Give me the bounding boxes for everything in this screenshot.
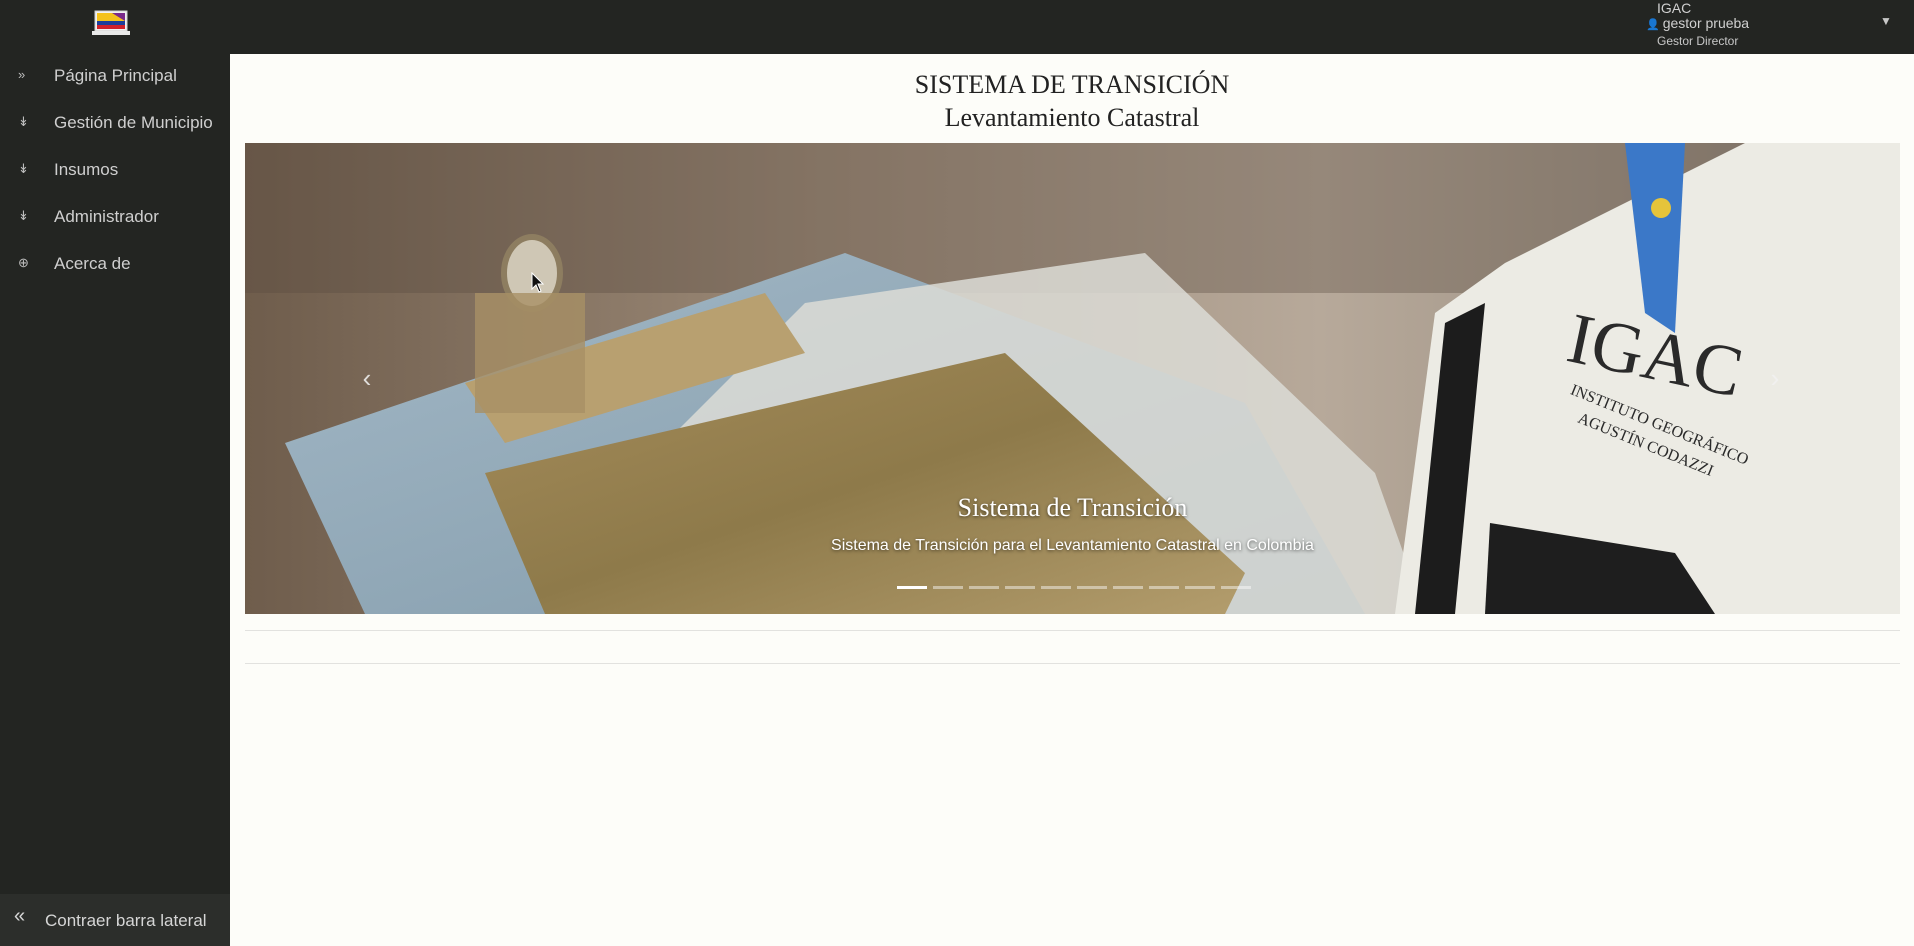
divider	[245, 630, 1900, 631]
user-name: 👤 gestor prueba	[1646, 15, 1749, 31]
sidebar-item-label: Gestión de Municipio	[54, 113, 213, 132]
carousel-indicator[interactable]	[1149, 586, 1179, 589]
divider	[245, 663, 1900, 664]
sidebar-item-gestion-municipio[interactable]: ↡ Gestión de Municipio	[0, 101, 230, 148]
collapse-sidebar-label: Contraer barra lateral	[45, 911, 207, 930]
app-logo[interactable]	[92, 10, 130, 36]
sidebar-item-pagina-principal[interactable]: » Página Principal	[0, 54, 230, 101]
double-chevron-down-icon: ↡	[18, 161, 29, 176]
carousel-indicator[interactable]	[897, 586, 927, 589]
carousel-indicator[interactable]	[1185, 586, 1215, 589]
carousel-next-button[interactable]: ›	[1755, 363, 1795, 393]
double-chevron-left-icon: «	[14, 905, 26, 927]
sidebar: » Página Principal ↡ Gestión de Municipi…	[0, 54, 230, 946]
image-carousel: IGAC INSTITUTO GEOGRÁFICO AGUSTÍN CODAZZ…	[245, 143, 1900, 614]
organization-label: IGAC	[1657, 0, 1692, 16]
sidebar-item-acerca-de[interactable]: ⊕ Acerca de	[0, 242, 230, 289]
double-chevron-right-icon: »	[18, 67, 26, 82]
user-icon: 👤	[1646, 19, 1660, 31]
carousel-indicator[interactable]	[933, 586, 963, 589]
chevron-right-icon: ›	[1770, 363, 1780, 393]
user-menu[interactable]: IGAC 👤 gestor prueba Gestor Director ▼	[1640, 0, 1914, 54]
top-navbar: IGAC 👤 gestor prueba Gestor Director ▼	[0, 0, 1914, 54]
plus-circle-icon: ⊕	[18, 255, 29, 270]
carousel-indicator[interactable]	[1221, 586, 1251, 589]
sidebar-item-label: Página Principal	[54, 66, 177, 85]
mouse-cursor-icon	[531, 271, 545, 299]
sidebar-item-label: Administrador	[54, 207, 159, 226]
sidebar-item-label: Insumos	[54, 160, 119, 179]
carousel-indicators	[897, 584, 1257, 592]
carousel-indicator[interactable]	[1041, 586, 1071, 589]
user-role: Gestor Director	[1657, 34, 1739, 48]
double-chevron-down-icon: ↡	[18, 208, 29, 223]
carousel-caption-title: Sistema de Transición	[957, 493, 1188, 522]
collapse-sidebar-button[interactable]: « Contraer barra lateral	[0, 894, 230, 946]
double-chevron-down-icon: ↡	[18, 114, 29, 129]
carousel-indicator[interactable]	[969, 586, 999, 589]
carousel-indicator[interactable]	[1077, 586, 1107, 589]
sidebar-item-insumos[interactable]: ↡ Insumos	[0, 148, 230, 195]
carousel-caption-text: Sistema de Transición para el Levantamie…	[831, 537, 1314, 554]
chevron-left-icon: ‹	[362, 363, 372, 393]
carousel-prev-button[interactable]: ‹	[347, 363, 387, 393]
user-name-text: gestor prueba	[1662, 15, 1750, 31]
carousel-indicator[interactable]	[1005, 586, 1035, 589]
page-subtitle: Levantamiento Catastral	[944, 103, 1200, 132]
caret-down-icon[interactable]: ▼	[1880, 14, 1892, 28]
sidebar-item-administrador[interactable]: ↡ Administrador	[0, 195, 230, 242]
sidebar-item-label: Acerca de	[54, 254, 131, 273]
carousel-indicator[interactable]	[1113, 586, 1143, 589]
page-title: SISTEMA DE TRANSICIÓN	[914, 70, 1230, 99]
